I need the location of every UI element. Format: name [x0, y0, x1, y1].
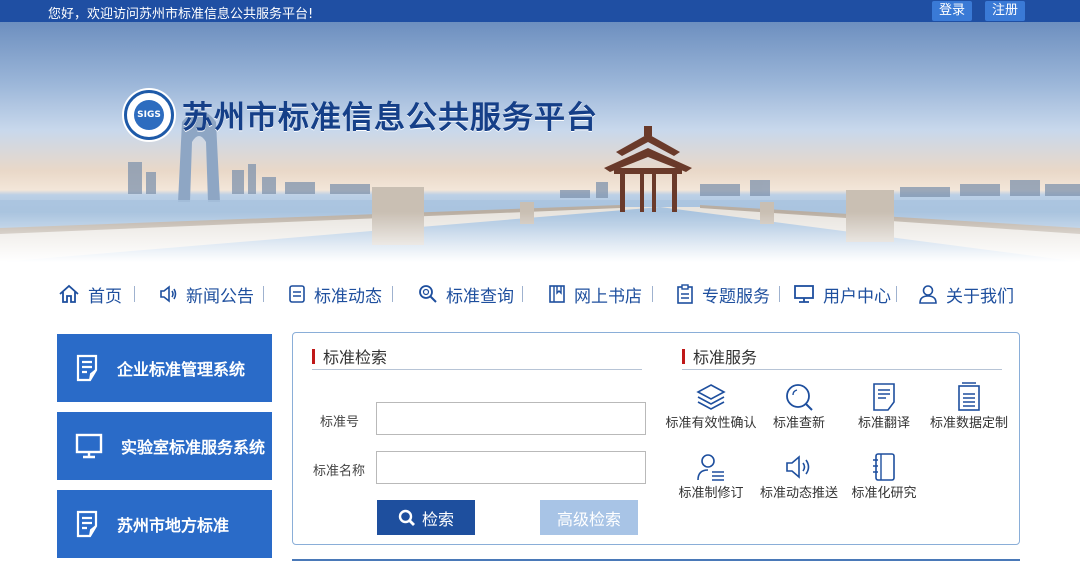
sidebar-item-local-standards[interactable]: 苏州市地方标准	[57, 490, 272, 558]
search-button[interactable]: 检索	[377, 500, 475, 535]
nav-item-bookstore[interactable]: 网上书店	[548, 280, 642, 308]
nav-item-home[interactable]: 首页	[58, 280, 122, 308]
nav-label: 专题服务	[702, 286, 770, 307]
user-icon	[919, 285, 937, 304]
notebook-icon	[873, 453, 895, 481]
search-heading-text: 标准检索	[323, 348, 388, 367]
sidebar-item-label: 苏州市地方标准	[117, 516, 230, 535]
nav-divider	[779, 286, 780, 302]
service-label: 标准数据定制	[929, 416, 1008, 431]
banner-fade	[0, 212, 1080, 262]
nav-label: 关于我们	[946, 286, 1014, 307]
site-title: 苏州市标准信息公共服务平台	[182, 100, 598, 136]
service-novelty-search[interactable]: 标准查新	[753, 382, 845, 431]
service-revision[interactable]: 标准制修订	[665, 452, 757, 501]
service-label: 标准有效性确认	[665, 416, 757, 431]
nav-divider	[522, 286, 523, 302]
service-label: 标准翻译	[857, 416, 910, 431]
nav-item-news[interactable]: 新闻公告	[158, 280, 254, 308]
service-label: 标准查新	[772, 416, 825, 431]
nav-divider	[652, 286, 653, 302]
service-translation[interactable]: 标准翻译	[838, 382, 930, 431]
nav-label: 标准动态	[314, 286, 382, 307]
nav-item-topic-services[interactable]: 专题服务	[676, 280, 770, 308]
nav-divider	[263, 286, 264, 302]
services-heading: 标准服务	[682, 344, 757, 368]
monitor-icon	[75, 433, 103, 459]
search-heading-divider	[312, 369, 642, 370]
document-edit-icon	[873, 383, 895, 411]
standard-number-input[interactable]	[376, 402, 646, 435]
register-button[interactable]: 注册	[985, 1, 1026, 21]
speaker-icon	[786, 455, 810, 479]
site-logo: SIGS	[124, 90, 174, 140]
service-validity-check[interactable]: 标准有效性确认	[665, 382, 757, 431]
search-icon	[398, 509, 415, 526]
service-label: 标准制修订	[678, 486, 744, 501]
nav-item-about-us[interactable]: 关于我们	[918, 280, 1014, 308]
services-heading-text: 标准服务	[693, 348, 758, 367]
nav-item-user-center[interactable]: 用户中心	[793, 280, 891, 308]
search-icon	[786, 384, 813, 411]
book-icon	[549, 285, 565, 303]
nav-label: 新闻公告	[186, 286, 254, 307]
sidebar-item-label: 企业标准管理系统	[117, 360, 246, 379]
logo-mark: SIGS	[134, 100, 164, 130]
clipboard-icon	[677, 284, 693, 304]
top-bar: 您好，欢迎访问苏州市标准信息公共服务平台! 登录 注册	[0, 0, 1080, 22]
standard-number-label: 标准号	[320, 415, 360, 430]
home-icon	[59, 284, 79, 303]
user-list-icon	[697, 454, 724, 481]
login-button[interactable]: 登录	[932, 1, 973, 21]
advanced-search-button[interactable]: 高级检索	[540, 500, 638, 535]
nav-item-standard-query[interactable]: 标准查询	[418, 280, 514, 308]
services-heading-divider	[682, 369, 1002, 370]
service-dynamic-push[interactable]: 标准动态推送	[753, 452, 845, 501]
heading-marker	[682, 348, 685, 364]
heading-marker	[312, 348, 315, 364]
document-edit-icon	[76, 510, 98, 538]
banner: SIGS 苏州市标准信息公共服务平台	[0, 22, 1080, 262]
nav-label: 网上书店	[574, 286, 642, 307]
nav-divider	[392, 286, 393, 302]
search-heading: 标准检索	[312, 344, 387, 368]
standard-name-label: 标准名称	[313, 464, 366, 479]
sidebar-item-lab-standards[interactable]: 实验室标准服务系统	[57, 412, 272, 480]
search-icon	[419, 285, 437, 303]
service-label: 标准化研究	[851, 486, 917, 501]
file-list-icon	[958, 382, 980, 411]
layers-icon	[696, 384, 726, 410]
nav-label: 标准查询	[446, 286, 514, 307]
greeting-text: 您好，欢迎访问苏州市标准信息公共服务平台!	[48, 7, 314, 22]
nav-label: 用户中心	[823, 286, 891, 307]
standard-name-input[interactable]	[376, 451, 646, 484]
monitor-icon	[794, 285, 814, 303]
sidebar-item-enterprise-standards[interactable]: 企业标准管理系统	[57, 334, 272, 402]
document-edit-icon	[76, 354, 98, 382]
nav-label: 首页	[88, 286, 122, 307]
nav-divider	[896, 286, 897, 302]
search-button-label: 检索	[421, 509, 454, 529]
service-research[interactable]: 标准化研究	[838, 452, 930, 501]
speaker-icon	[160, 285, 177, 303]
service-data-customization[interactable]: 标准数据定制	[923, 382, 1015, 431]
sidebar-item-label: 实验室标准服务系统	[121, 438, 266, 457]
service-label: 标准动态推送	[759, 486, 838, 501]
nav-divider	[134, 286, 135, 302]
main-nav: 首页 新闻公告 标准动态 标准查询 网上书店 专题服务 用户中心 关于我们	[58, 280, 1038, 308]
document-icon	[289, 285, 305, 303]
nav-item-dynamics[interactable]: 标准动态	[288, 280, 382, 308]
